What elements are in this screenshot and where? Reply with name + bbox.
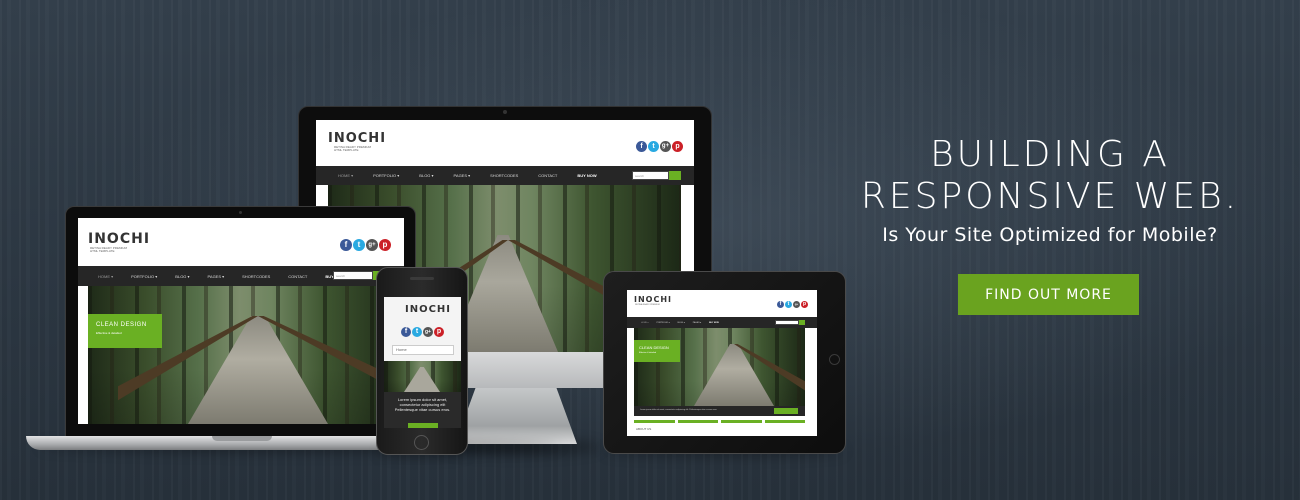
- feature-bar: [634, 420, 675, 423]
- tagline-line2: HTML TEMPLATE: [334, 148, 359, 153]
- nav-portfolio[interactable]: PORTFOLIO ▾: [657, 322, 670, 324]
- nav-home[interactable]: HOME ▾: [338, 173, 353, 178]
- phone-home-button[interactable]: [414, 435, 429, 450]
- search-icon[interactable]: [799, 320, 805, 325]
- site-tagline: RETINA READY PREMIUM HTML TEMPLATE: [334, 145, 371, 153]
- headline-line1: BUILDING A: [930, 134, 1170, 175]
- search-input[interactable]: search: [333, 271, 373, 280]
- nav-buy-now[interactable]: BUY NOW: [577, 173, 596, 178]
- twitter-icon[interactable]: t: [785, 301, 792, 308]
- nav-blog[interactable]: BLOG ▾: [678, 322, 685, 324]
- social-icons: f t g+ p: [340, 239, 391, 251]
- social-icons: f t g+ p: [777, 301, 808, 308]
- tablet-caption-button[interactable]: [774, 408, 798, 414]
- slide-caption-box: CLEAN DESIGN Effective & detailed: [88, 314, 162, 348]
- nav-pages[interactable]: PAGES ▾: [693, 322, 701, 324]
- nav-buy-now[interactable]: BUY NOW: [709, 322, 719, 324]
- hero-photo: [384, 361, 461, 392]
- slide-title: CLEAN DESIGN: [639, 345, 669, 350]
- mobile-button[interactable]: [408, 423, 438, 428]
- nav-pages[interactable]: PAGES ▾: [208, 274, 225, 279]
- tablet-caption-text: Lorem ipsum dolor sit amet, consectetur …: [640, 409, 718, 411]
- nav-shortcodes[interactable]: SHORTCODES: [490, 173, 518, 178]
- hero-photo: CLEAN DESIGN Effective & detailed: [88, 286, 404, 424]
- pinterest-icon[interactable]: p: [801, 301, 808, 308]
- site-logo[interactable]: INOCHI: [88, 232, 150, 246]
- hero-photo: CLEAN DESIGN Effective & detailed Lorem …: [634, 328, 805, 416]
- mobile-nav-select[interactable]: Home: [392, 345, 454, 355]
- facebook-icon[interactable]: f: [636, 141, 647, 152]
- subheadline: Is Your Site Optimized for Mobile?: [882, 224, 1218, 246]
- nav-home[interactable]: HOME ▾: [641, 322, 649, 324]
- search-input[interactable]: search: [632, 171, 669, 180]
- tablet-screen: INOCHI RETINA READY PREMIUM f t g+ p HOM…: [627, 290, 817, 436]
- laptop-camera: [239, 211, 242, 214]
- phone-speaker: [410, 277, 434, 280]
- imac-camera: [503, 110, 507, 114]
- nav-home[interactable]: HOME ▾: [98, 274, 113, 279]
- site-tagline: RETINA READY PREMIUM HTML TEMPLATE: [90, 246, 127, 254]
- headline-line2: RESPONSIVE WEB.: [860, 176, 1240, 217]
- social-icons: f t g+ p: [636, 141, 683, 152]
- social-icons: f t g+ p: [401, 327, 444, 337]
- twitter-icon[interactable]: t: [353, 239, 365, 251]
- site-logo[interactable]: INOCHI: [328, 132, 386, 145]
- site-logo[interactable]: INOCHI: [405, 305, 451, 315]
- twitter-icon[interactable]: t: [648, 141, 659, 152]
- nav-pages[interactable]: PAGES ▾: [454, 173, 471, 178]
- slide-title: CLEAN DESIGN: [96, 322, 147, 328]
- pinterest-icon[interactable]: p: [434, 327, 444, 337]
- site-logo[interactable]: INOCHI: [634, 296, 672, 304]
- slide-subtitle: Effective & detailed: [96, 331, 122, 335]
- nav-portfolio[interactable]: PORTFOLIO ▾: [373, 173, 399, 178]
- nav-portfolio[interactable]: PORTFOLIO ▾: [131, 274, 157, 279]
- feature-bar: [721, 420, 762, 423]
- nav-contact[interactable]: CONTACT: [288, 274, 307, 279]
- nav-shortcodes[interactable]: SHORTCODES: [242, 274, 270, 279]
- site-tagline: RETINA READY PREMIUM: [635, 304, 660, 306]
- googleplus-icon[interactable]: g+: [793, 301, 800, 308]
- tablet-footer-label: ABOUT US: [636, 427, 652, 431]
- tagline-line1: RETINA READY PREMIUM: [635, 304, 660, 306]
- pinterest-icon[interactable]: p: [672, 141, 683, 152]
- pinterest-icon[interactable]: p: [379, 239, 391, 251]
- find-out-more-button[interactable]: FIND OUT MORE: [958, 274, 1139, 315]
- googleplus-icon[interactable]: g+: [660, 141, 671, 152]
- facebook-icon[interactable]: f: [340, 239, 352, 251]
- facebook-icon[interactable]: f: [401, 327, 411, 337]
- tablet-feature-bars: [634, 420, 805, 423]
- tablet-home-button[interactable]: [829, 354, 840, 365]
- nav-blog[interactable]: BLOG ▾: [175, 274, 189, 279]
- slide-subtitle: Effective & detailed: [639, 352, 657, 354]
- feature-bar: [677, 420, 718, 423]
- laptop-notch: [212, 436, 272, 441]
- nav-blog[interactable]: BLOG ▾: [419, 173, 433, 178]
- search-input[interactable]: [775, 320, 799, 325]
- nav-contact[interactable]: CONTACT: [538, 173, 557, 178]
- slide-caption-box: CLEAN DESIGN Effective & detailed: [634, 340, 680, 362]
- googleplus-icon[interactable]: g+: [366, 239, 378, 251]
- laptop-screen: INOCHI RETINA READY PREMIUM HTML TEMPLAT…: [78, 218, 404, 424]
- googleplus-icon[interactable]: g+: [423, 327, 433, 337]
- twitter-icon[interactable]: t: [412, 327, 422, 337]
- facebook-icon[interactable]: f: [777, 301, 784, 308]
- phone-screen: INOCHI f t g+ p Home Lorem ipsum dolor s…: [384, 297, 461, 428]
- mobile-caption-text: Lorem ipsum dolor sit amet, consectetur …: [394, 397, 451, 412]
- feature-bar: [764, 420, 805, 423]
- tagline-line2: HTML TEMPLATE: [90, 249, 115, 254]
- search-icon[interactable]: [669, 171, 681, 180]
